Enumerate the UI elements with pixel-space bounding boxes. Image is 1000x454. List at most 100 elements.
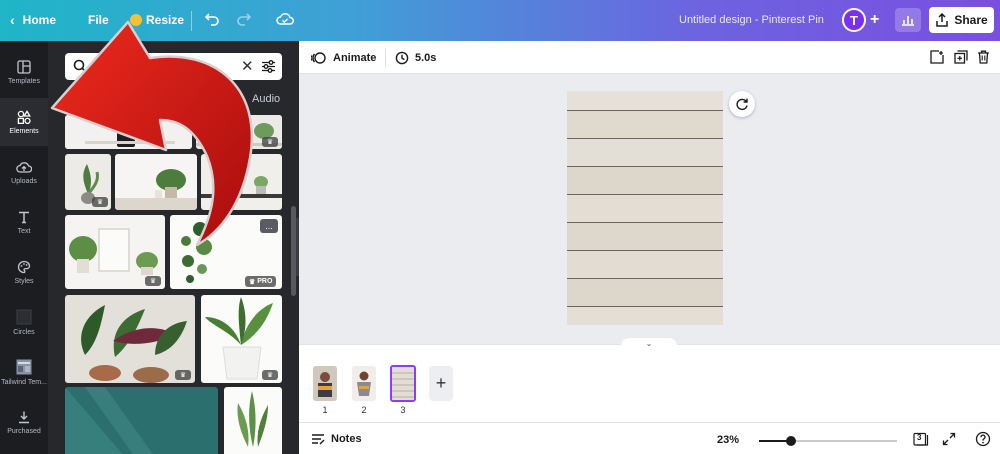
collapse-pages-button[interactable]: ⌄ bbox=[621, 338, 677, 350]
graphic-thumbnail-small-plant[interactable]: ♛ bbox=[65, 154, 111, 210]
rail-item-purchased[interactable]: Purchased bbox=[0, 398, 48, 446]
more-options-button[interactable]: ... bbox=[260, 219, 278, 233]
rail-item-elements[interactable]: Elements bbox=[0, 98, 48, 146]
filter-icon[interactable] bbox=[261, 59, 276, 74]
add-page-button[interactable]: + bbox=[429, 366, 453, 401]
rail-item-uploads[interactable]: Uploads bbox=[0, 148, 48, 196]
redo-icon bbox=[237, 13, 252, 26]
home-button[interactable]: ‹ Home bbox=[10, 12, 56, 28]
page-count-button[interactable]: 3 bbox=[913, 432, 929, 446]
undo-icon bbox=[204, 13, 219, 26]
rail-label: Elements bbox=[9, 127, 39, 135]
page-3-preview bbox=[392, 367, 414, 400]
rail-label: Uploads bbox=[11, 177, 37, 185]
page-thumbnail-2[interactable] bbox=[352, 366, 376, 401]
download-icon bbox=[19, 411, 29, 423]
rail-label: Text bbox=[17, 227, 31, 235]
zoom-slider-handle[interactable] bbox=[786, 436, 796, 446]
page-number: 3 bbox=[400, 405, 406, 415]
tab-audio[interactable]: Audio bbox=[252, 93, 280, 105]
insights-button[interactable] bbox=[895, 8, 921, 32]
search-input[interactable]: ✕ bbox=[65, 53, 282, 80]
rail-item-text[interactable]: Text bbox=[0, 198, 48, 246]
zoom-slider[interactable] bbox=[759, 436, 897, 446]
share-button[interactable]: Share bbox=[929, 7, 994, 33]
rail-label: Purchased bbox=[7, 427, 41, 435]
duplicate-page-icon[interactable] bbox=[954, 50, 968, 64]
potted-plant-table-image bbox=[115, 154, 197, 210]
tab-graphics[interactable]: Graphics bbox=[145, 93, 189, 105]
page-number: 2 bbox=[361, 405, 367, 415]
resize-button[interactable]: Resize bbox=[130, 13, 184, 27]
graphic-thumbnail-potted-plant-table[interactable] bbox=[115, 154, 197, 210]
snake-plant-image bbox=[224, 387, 282, 454]
undo-button[interactable] bbox=[204, 10, 220, 26]
rail-item-tailwind-templates[interactable]: Tailwind Tem... bbox=[0, 348, 48, 396]
file-menu-button[interactable]: File bbox=[88, 13, 109, 27]
text-icon bbox=[19, 211, 29, 223]
avatar[interactable]: T bbox=[842, 8, 866, 32]
wood-plank bbox=[567, 279, 723, 307]
tailwind-app-icon bbox=[16, 359, 32, 374]
wood-plank bbox=[567, 195, 723, 223]
rail-label: Tailwind Tem... bbox=[1, 378, 47, 386]
rail-item-circles[interactable]: Circles bbox=[0, 298, 48, 346]
graphic-thumbnail-calathea-pots[interactable]: ♛ bbox=[65, 295, 195, 383]
cloud-check-icon bbox=[276, 13, 294, 25]
chevron-down-icon: ⌄ bbox=[645, 339, 653, 348]
graphic-thumbnail-white-pot-plant[interactable]: ♛ bbox=[201, 295, 282, 383]
page-1-preview bbox=[313, 366, 337, 401]
save-status-button[interactable] bbox=[276, 11, 294, 27]
regenerate-button[interactable] bbox=[729, 91, 755, 117]
crown-icon bbox=[130, 14, 142, 26]
trash-icon[interactable] bbox=[977, 50, 990, 64]
top-bar: ‹ Home File Resize Untitled design - Pin… bbox=[0, 0, 1000, 41]
rail-label: Templates bbox=[8, 77, 40, 85]
animate-button[interactable]: Animate bbox=[311, 51, 376, 65]
graphic-thumbnail-candle[interactable] bbox=[65, 115, 192, 149]
graphic-thumbnail-succulents[interactable]: ... ♛ PRO bbox=[170, 215, 282, 289]
graphic-thumbnail-shelf-pots[interactable] bbox=[201, 154, 282, 210]
rail-label: Styles bbox=[14, 277, 34, 285]
rail-item-styles[interactable]: Styles bbox=[0, 248, 48, 296]
zoom-level[interactable]: 23% bbox=[717, 434, 739, 446]
design-title[interactable]: Untitled design - Pinterest Pin bbox=[679, 14, 824, 26]
wood-plank bbox=[567, 111, 723, 139]
graphic-thumbnail-teal-wall[interactable] bbox=[65, 387, 218, 454]
templates-icon bbox=[17, 59, 31, 74]
crown-icon: ♛ bbox=[262, 370, 278, 380]
toolbar-divider bbox=[385, 49, 386, 67]
page-count: 3 bbox=[917, 433, 922, 442]
rail-label: Circles bbox=[13, 328, 35, 336]
add-page-icon[interactable] bbox=[930, 50, 944, 64]
wood-plank bbox=[567, 307, 723, 325]
animate-icon bbox=[311, 52, 326, 64]
fullscreen-icon[interactable] bbox=[942, 432, 956, 446]
search-icon bbox=[73, 59, 88, 74]
close-icon[interactable]: ✕ bbox=[241, 57, 254, 75]
elements-icon bbox=[17, 109, 31, 124]
page-thumbnail-1[interactable] bbox=[313, 366, 337, 401]
design-page[interactable] bbox=[567, 91, 723, 325]
candle-image bbox=[65, 115, 192, 149]
graphic-thumbnail-frame-plants[interactable]: ♛ bbox=[65, 215, 165, 289]
redo-button[interactable] bbox=[236, 10, 252, 26]
notes-button[interactable]: Notes bbox=[311, 433, 362, 445]
page-2-preview bbox=[352, 366, 376, 401]
chevron-left-icon: ‹ bbox=[10, 12, 15, 28]
pages-strip: ⌄ 1 2 3 + bbox=[299, 338, 1000, 422]
duration-button[interactable]: 5.0s bbox=[395, 51, 436, 65]
graphic-thumbnail-shelf-plant[interactable]: ♛ bbox=[196, 115, 282, 149]
page-thumbnail-3[interactable] bbox=[390, 365, 416, 402]
help-icon[interactable] bbox=[975, 431, 991, 447]
notes-icon bbox=[312, 434, 325, 445]
graphic-thumbnail-snake-plant[interactable] bbox=[224, 387, 282, 454]
canvas-workspace bbox=[299, 74, 1000, 344]
bar-chart-icon bbox=[902, 16, 914, 26]
rail-item-templates[interactable]: Templates bbox=[0, 48, 48, 96]
elements-panel: ✕ Graphics Audio ♛ ♛ ♛ ... ♛ PRO ♛ ♛ bbox=[48, 41, 299, 454]
invite-button[interactable]: + bbox=[870, 11, 879, 29]
toolbar-divider bbox=[191, 11, 192, 31]
page-number: 1 bbox=[322, 405, 328, 415]
bottom-bar: Notes 23% 3 bbox=[299, 422, 1000, 454]
